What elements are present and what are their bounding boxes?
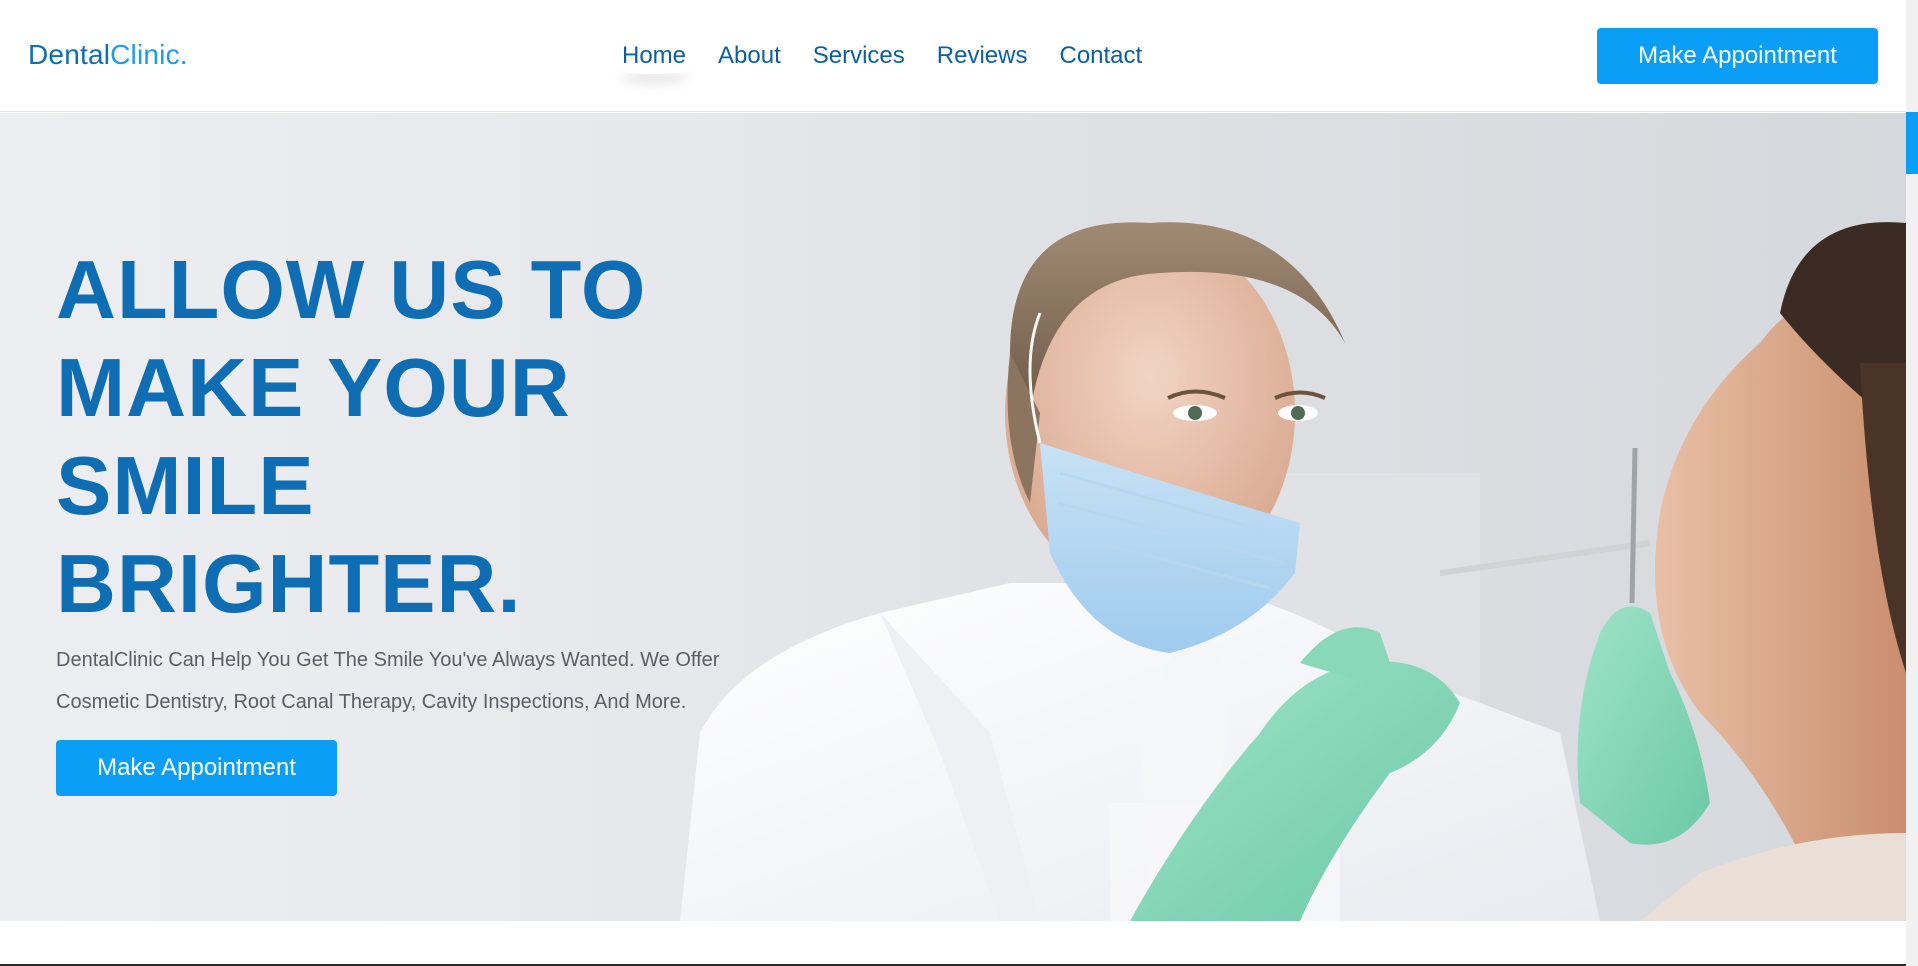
hero-title: ALLOW US TO MAKE YOUR SMILE BRIGHTER. [56, 241, 816, 633]
main-nav: Home About Services Reviews Contact [622, 40, 1174, 72]
site-logo[interactable]: DentalClinic. [28, 38, 188, 72]
nav-about[interactable]: About [718, 40, 781, 72]
hero-description: DentalClinic Can Help You Get The Smile … [56, 649, 720, 713]
page: DentalClinic. Home About Services Review… [0, 0, 1918, 966]
logo-text-dental: Dental [28, 39, 111, 70]
next-section-top [0, 921, 1906, 966]
nav-home[interactable]: Home [622, 40, 686, 72]
header-make-appointment-button[interactable]: Make Appointment [1597, 28, 1878, 84]
page-scrollbar-thumb[interactable] [1906, 112, 1918, 174]
hero-title-line-1: ALLOW US TO [56, 243, 647, 336]
hero-section: ALLOW US TO MAKE YOUR SMILE BRIGHTER. De… [0, 113, 1906, 921]
hero-title-line-3: SMILE [56, 439, 315, 532]
hero-title-line-4: BRIGHTER. [56, 537, 522, 630]
site-header: DentalClinic. Home About Services Review… [0, 0, 1906, 112]
nav-services[interactable]: Services [813, 40, 905, 72]
hero-title-line-2: MAKE YOUR [56, 341, 571, 434]
nav-contact[interactable]: Contact [1059, 40, 1142, 72]
logo-text-clinic: Clinic. [110, 39, 188, 70]
nav-reviews[interactable]: Reviews [937, 40, 1028, 72]
hero-make-appointment-button[interactable]: Make Appointment [56, 740, 337, 796]
